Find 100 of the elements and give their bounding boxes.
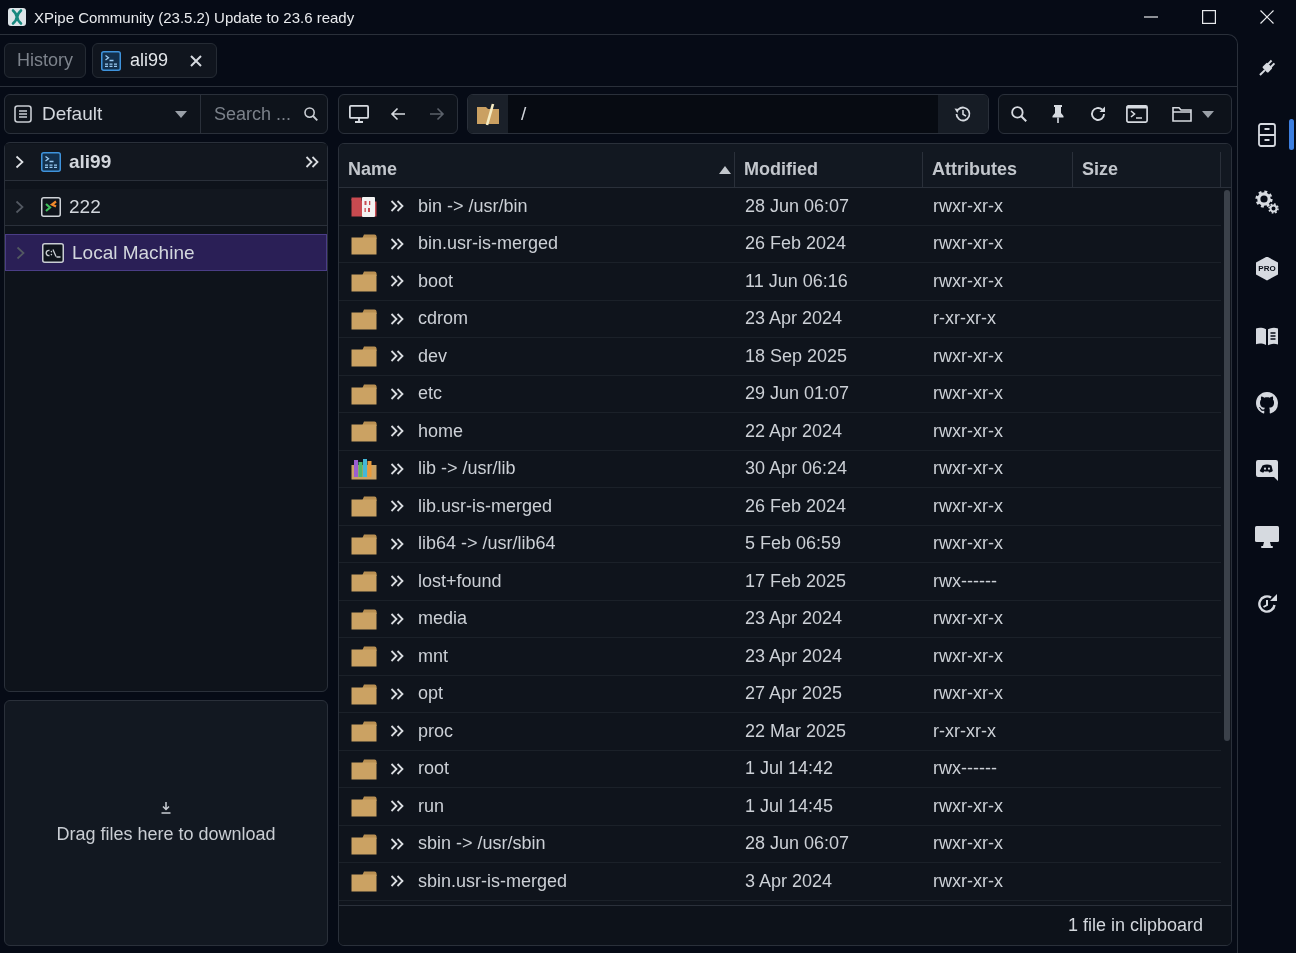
file-name: bin -> /usr/bin [418,195,528,217]
attributes-cell-text: rwxr-xr-x [932,457,1004,481]
attributes-cell-text: rwxr-xr-x [932,382,1004,406]
attributes-cell-text: rwxr-xr-x [932,494,1004,518]
sidebar-button[interactable]: PRO [1238,235,1296,302]
modified-cell-text: 29 Jun 01:07 [744,382,851,406]
modified-cell-text: 30 Apr 06:24 [744,457,849,481]
books-icon [350,456,378,481]
modified-cell-text: 22 Apr 2024 [744,419,844,443]
file-name: lib.usr-is-merged [418,495,553,517]
window-title: XPipe Community (23.5.2) Update to 23.6 ready [34,8,356,26]
connection-item[interactable]: ali99 [5,144,327,181]
double-chevron-icon [390,312,404,325]
gears-icon [1255,189,1279,214]
column-header[interactable]: Name [339,152,735,187]
attributes-cell-text: rwxr-xr-x [932,232,1004,256]
close-icon [190,54,203,67]
folder-icon [350,419,378,444]
double-chevron-icon [390,800,404,813]
attributes-cell-text: rwxr-xr-x [932,607,1004,631]
folder-icon [1172,106,1192,122]
tab[interactable]: ali99 [92,43,218,78]
github-icon [1256,391,1278,414]
chat-bubble-icon [1255,457,1279,482]
file-name: lib -> /usr/lib [418,458,516,480]
attributes-cell-text: rwxr-xr-x [932,794,1004,818]
double-chevron-icon [390,200,404,213]
terminal-icon [41,152,61,172]
file-name: sbin.usr-is-merged [418,870,568,892]
file-name: sbin -> /usr/sbin [418,833,546,855]
double-chevron-icon [390,237,404,250]
modified-cell-text: 17 Feb 2025 [744,569,848,593]
column-header[interactable]: Modified [735,152,923,187]
double-chevron-icon [390,350,404,363]
tab[interactable]: History [4,43,86,78]
double-chevron-icon [390,275,404,288]
file-cabinet-icon [1258,122,1276,147]
modified-cell-text: 26 Feb 2024 [744,494,848,518]
download-icon [160,801,172,814]
double-chevron-icon [390,537,404,550]
command-prompt-icon [42,242,64,263]
modified-cell-text: 3 Apr 2024 [744,869,834,893]
scrollbar-thumb[interactable] [1224,190,1230,741]
attributes-cell-text: rwx------ [932,569,998,593]
modified-cell-text: 1 Jul 14:42 [744,757,835,781]
double-chevron-icon [390,612,404,625]
modified-cell-text: 11 Jun 06:16 [744,269,849,293]
folder-icon [350,344,378,369]
search-field[interactable]: Search ... [214,102,300,126]
monitor-icon [1255,525,1279,548]
column-header[interactable]: Attributes [923,152,1073,187]
modified-cell-text: 28 Jun 06:07 [744,194,851,218]
modified-cell-text: 22 Mar 2025 [744,719,848,743]
connection-item[interactable]: Local Machine [5,234,327,271]
folder-icon [350,794,378,819]
minimize-icon [1144,16,1158,18]
column-header[interactable]: Size [1073,152,1221,187]
file-name: cdrom [418,308,468,330]
sort-up-icon [719,165,731,174]
chevron-right-icon [16,245,25,260]
double-chevron-icon [390,500,404,513]
book-icon [1255,325,1279,346]
list-icon [14,105,32,123]
file-name: root [418,758,450,780]
folder-icon [350,269,378,294]
double-chevron-icon [390,387,404,400]
folder-icon [350,569,378,594]
refresh-clock-icon [1256,592,1278,615]
file-name: lib64 -> /usr/lib64 [418,533,556,555]
modified-cell-text: 23 Apr 2024 [744,307,844,331]
double-chevron-icon [390,762,404,775]
connection-item[interactable]: 222 [5,189,327,226]
attributes-cell-text: rwxr-xr-x [932,869,1004,893]
double-chevron-icon [390,725,404,738]
attributes-cell-text: rwxr-xr-x [932,682,1004,706]
arrow-right-icon [428,107,445,121]
file-name: opt [418,683,444,705]
double-chevron-icon [390,425,404,438]
file-name: dev [418,345,448,367]
modified-cell-text: 27 Apr 2025 [744,682,844,706]
caret-icon [175,110,187,118]
folder-icon [350,719,378,744]
attributes-cell-text: rwxr-xr-x [932,832,1004,856]
modified-cell-text: 18 Sep 2025 [744,344,849,368]
attributes-cell-text: rwx------ [932,757,998,781]
file-name: bin.usr-is-merged [418,233,559,255]
file-name: boot [418,270,454,292]
pin-icon [1052,104,1065,124]
modified-cell-text: 5 Feb 06:59 [744,532,843,556]
category-dropdown[interactable]: Default [5,95,201,133]
attributes-cell-text: rwxr-xr-x [932,644,1004,668]
binary-file-icon [350,194,378,219]
terminal-icon [101,50,121,71]
attributes-cell-text: rwxr-xr-x [932,419,1004,443]
pro-badge: PRO [1256,256,1278,281]
search-icon [304,107,318,121]
clipboard-status: 1 file in clipboard [1067,915,1203,936]
attributes-cell-text: r-xr-xr-x [932,719,997,743]
maximize-icon [1202,10,1216,24]
attributes-cell-text: rwxr-xr-x [932,344,1004,368]
